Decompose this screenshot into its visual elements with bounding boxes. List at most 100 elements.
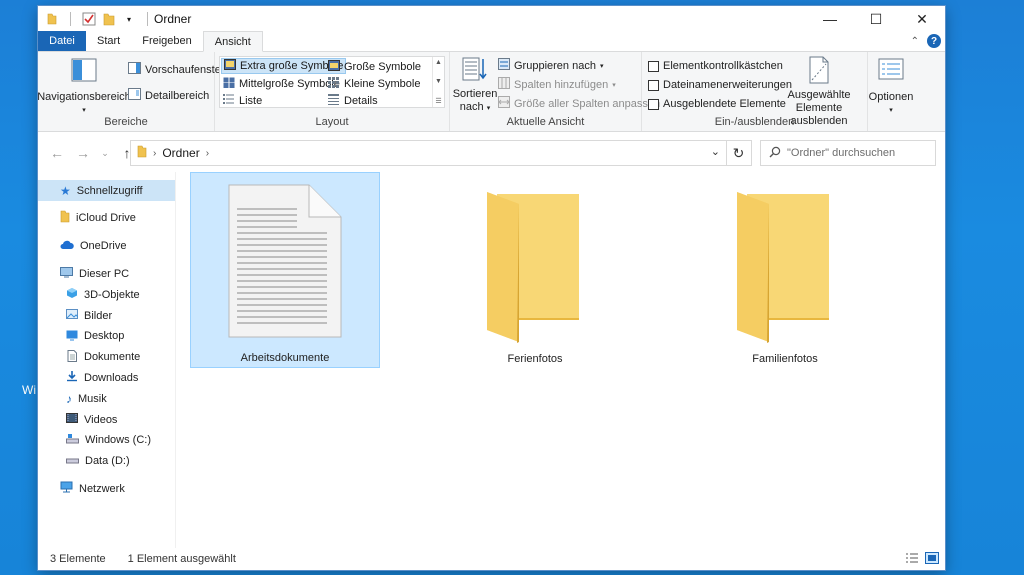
- optionen-button[interactable]: Optionen ▾: [869, 58, 913, 117]
- spalten-button[interactable]: Spalten hinzufügen ▾: [498, 77, 616, 92]
- sort-dropdown-icon: ▾: [486, 105, 491, 112]
- sidebar-label-onedrive: OneDrive: [80, 240, 127, 253]
- gruppieren-button[interactable]: Gruppieren nach ▾: [498, 58, 603, 73]
- sidebar-item-schnellzugriff[interactable]: ★ Schnellzugriff: [38, 180, 175, 201]
- group-label-bereiche: Bereiche: [104, 116, 148, 128]
- tab-ansicht[interactable]: Ansicht: [202, 31, 263, 52]
- breadcrumb-chevron-end-icon[interactable]: ›: [206, 148, 209, 159]
- sidebar-label-downloads: Downloads: [84, 371, 139, 384]
- layout-details[interactable]: Details: [326, 93, 380, 109]
- gruppieren-dropdown-icon: ▾: [599, 62, 604, 70]
- address-dropdown-icon[interactable]: ⌄: [711, 145, 720, 158]
- sort-icon: [462, 56, 488, 86]
- sortieren-button[interactable]: Sortieren nach ▾: [453, 56, 497, 115]
- file-tile-arbeitsdokumente[interactable]: Arbeitsdokumente: [190, 172, 380, 368]
- spaltengroesse-button[interactable]: Größe aller Spalten anpassen: [498, 96, 660, 111]
- search-box[interactable]: "Ordner" durchsuchen: [760, 140, 936, 166]
- group-label-ein-ausblenden: Ein-/ausblenden: [714, 116, 795, 128]
- sidebar-item-bilder[interactable]: Bilder: [38, 305, 175, 326]
- video-icon: [66, 412, 78, 427]
- tab-freigeben[interactable]: Freigeben: [131, 31, 203, 51]
- dateinamenerweiterungen-checkbox[interactable]: Dateinamenerweiterungen: [648, 79, 792, 91]
- ribbon-tabs: Datei Start Freigeben Ansicht ⌃ ?: [38, 31, 945, 52]
- sortieren-nach-label: nach ▾: [460, 101, 490, 115]
- layout-gallery-scroll[interactable]: ▲ ▼ ☰: [432, 57, 444, 107]
- layout-list[interactable]: Liste: [221, 93, 264, 109]
- properties-icon[interactable]: [81, 11, 97, 27]
- optionen-dropdown-icon: ▾: [889, 107, 893, 114]
- sidebar-item-downloads[interactable]: Downloads: [38, 368, 175, 389]
- help-icon[interactable]: ?: [927, 34, 941, 48]
- ausgewaehlte-label-1: Ausgewählte: [787, 89, 851, 101]
- file-name-arbeitsdokumente: Arbeitsdokumente: [240, 352, 330, 364]
- sidebar-item-3d-objekte[interactable]: 3D-Objekte: [38, 284, 175, 305]
- group-label-layout: Layout: [315, 116, 349, 128]
- sidebar-label-icloud: iCloud Drive: [76, 212, 136, 225]
- documents-icon: [66, 349, 78, 365]
- minimize-button[interactable]: —: [807, 6, 853, 32]
- close-button[interactable]: ✕: [899, 6, 945, 32]
- tab-start[interactable]: Start: [86, 31, 131, 51]
- qat-customize-icon[interactable]: ▾: [121, 11, 137, 27]
- new-folder-icon[interactable]: [101, 11, 117, 27]
- search-icon: [769, 146, 781, 161]
- gallery-up-icon[interactable]: ▲: [435, 59, 442, 66]
- maximize-button[interactable]: ☐: [853, 6, 899, 32]
- file-tile-ferienfotos[interactable]: Ferienfotos: [440, 172, 630, 368]
- title-bar: ▾ Ordner — ☐ ✕: [38, 6, 945, 32]
- details-view-toggle-icon[interactable]: [905, 552, 919, 567]
- sidebar-label-dokumente: Dokumente: [84, 351, 141, 364]
- layout-large-icons[interactable]: Große Symbole: [326, 59, 423, 75]
- ausgeblendete-elemente-checkbox[interactable]: Ausgeblendete Elemente: [648, 98, 786, 110]
- sidebar-item-dokumente[interactable]: Dokumente: [38, 347, 175, 368]
- layout-details-label: Details: [344, 95, 378, 107]
- layout-medium-label: Mittelgroße Symbole: [239, 78, 340, 90]
- ribbon-right-controls: ⌃ ?: [911, 34, 941, 48]
- ribbon: Navigationsbereich ▾ Vorschaufenster Det…: [37, 52, 945, 132]
- recent-locations-icon[interactable]: ⌄: [98, 148, 112, 159]
- large-icons-toggle-icon[interactable]: [925, 552, 939, 567]
- sidebar-item-videos[interactable]: Videos: [38, 409, 175, 430]
- vorschaufenster-label: Vorschaufenster: [145, 63, 225, 76]
- sidebar-item-dieser-pc[interactable]: Dieser PC: [38, 264, 175, 285]
- large-icons-icon: [328, 60, 340, 74]
- forward-arrow-icon[interactable]: →: [72, 145, 94, 161]
- vorschaufenster-button[interactable]: Vorschaufenster: [128, 62, 225, 77]
- ausgeblendete-elemente-box[interactable]: [648, 98, 659, 110]
- sidebar-item-data-d[interactable]: Data (D:): [38, 451, 175, 472]
- collapse-ribbon-icon[interactable]: ⌃: [911, 36, 919, 47]
- sidebar-item-musik[interactable]: ♪ Musik: [38, 388, 175, 409]
- navigationsbereich-button[interactable]: Navigationsbereich ▾: [37, 58, 131, 117]
- layout-small-label: Kleine Symbole: [344, 78, 421, 90]
- breadcrumb-ordner[interactable]: Ordner: [162, 146, 199, 160]
- sidebar-item-windows-c[interactable]: Windows (C:): [38, 430, 175, 451]
- breadcrumb-chevron-icon[interactable]: ›: [153, 148, 156, 159]
- folder-small-icon: [44, 11, 60, 27]
- file-name-familienfotos: Familienfotos: [752, 353, 818, 365]
- sidebar-item-netzwerk[interactable]: Netzwerk: [38, 479, 175, 500]
- back-arrow-icon[interactable]: ←: [46, 145, 68, 161]
- sidebar-label-musik: Musik: [78, 392, 107, 405]
- detailbereich-button[interactable]: Detailbereich: [128, 88, 209, 103]
- elementkontrollkaestchen-box[interactable]: [648, 60, 659, 72]
- folder-icon: [483, 192, 587, 347]
- layout-medium-icons[interactable]: Mittelgroße Symbole: [221, 76, 342, 92]
- sidebar-item-onedrive[interactable]: OneDrive: [38, 236, 175, 257]
- gallery-down-icon[interactable]: ▼: [435, 78, 442, 85]
- layout-small-icons[interactable]: Kleine Symbole: [326, 76, 422, 92]
- elementkontrollkaestchen-checkbox[interactable]: Elementkontrollkästchen: [648, 60, 783, 72]
- refresh-icon[interactable]: ↻: [726, 140, 752, 166]
- tab-datei[interactable]: Datei: [38, 31, 86, 51]
- file-tile-familienfotos[interactable]: Familienfotos: [690, 172, 880, 368]
- dateinamenerweiterungen-box[interactable]: [648, 79, 659, 91]
- quick-access-toolbar: ▾: [38, 11, 154, 27]
- group-by-icon: [498, 58, 510, 73]
- list-view-icon: [223, 94, 235, 108]
- gallery-more-icon[interactable]: ☰: [435, 97, 441, 105]
- sidebar-item-desktop[interactable]: Desktop: [38, 326, 175, 347]
- sidebar-item-icloud[interactable]: iCloud Drive: [38, 208, 175, 229]
- desktop-icon: [66, 329, 78, 344]
- folder-icon: [733, 192, 837, 347]
- address-bar[interactable]: › Ordner › ⌄: [130, 140, 727, 166]
